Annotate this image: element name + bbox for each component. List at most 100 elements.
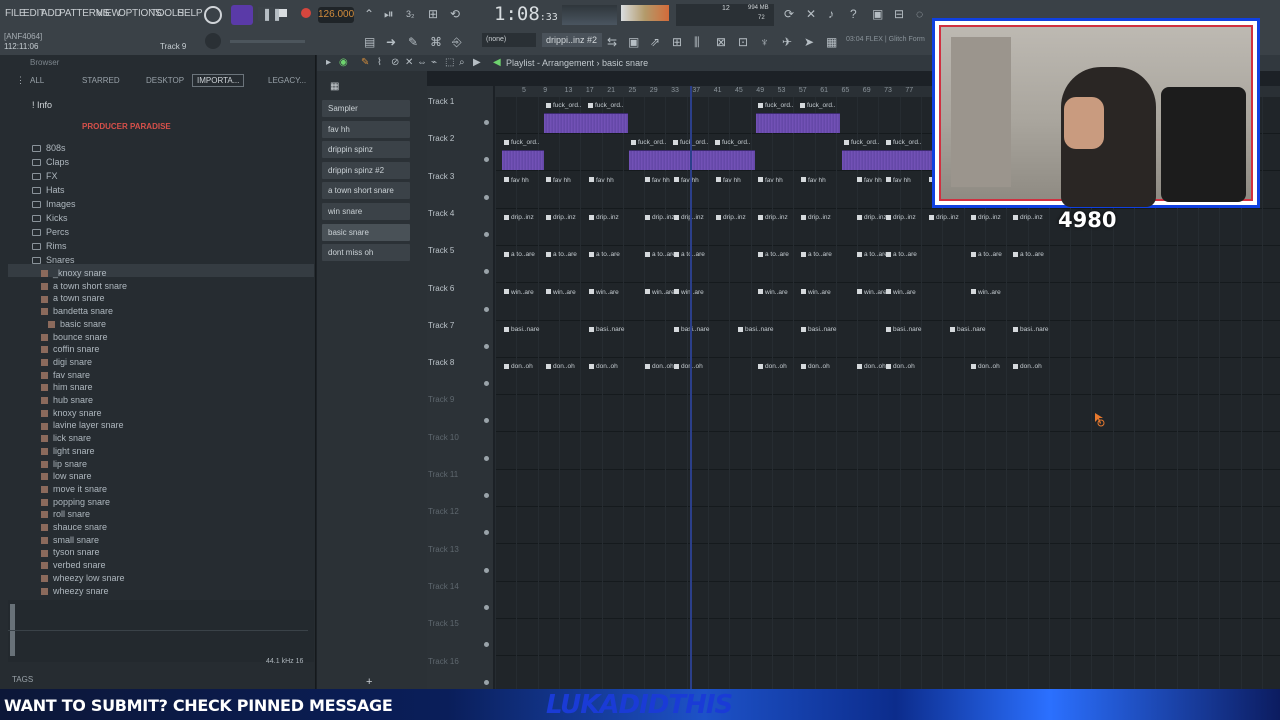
clip-menu-icon[interactable]: [504, 177, 509, 183]
save-icon[interactable]: ▣: [872, 7, 883, 21]
clip-menu-icon[interactable]: [1013, 214, 1018, 220]
folder-claps[interactable]: Claps: [32, 157, 69, 167]
clip-menu-icon[interactable]: [645, 289, 650, 295]
sample-item[interactable]: digi snare: [41, 357, 92, 367]
clip-menu-icon[interactable]: [801, 363, 806, 369]
clip-menu-icon[interactable]: [645, 363, 650, 369]
track-label[interactable]: Track 1: [428, 97, 454, 106]
clip-menu-icon[interactable]: [886, 140, 891, 146]
clip-menu-icon[interactable]: [971, 289, 976, 295]
track-mute-dot[interactable]: [484, 679, 489, 685]
microphone-icon[interactable]: ♪: [828, 7, 834, 21]
track-label[interactable]: Track 14: [428, 582, 459, 591]
pattern-none-select[interactable]: (none): [482, 33, 536, 47]
sample-item[interactable]: lip snare: [41, 459, 87, 469]
menu-help[interactable]: HELP: [177, 8, 203, 19]
clip-menu-icon[interactable]: [971, 363, 976, 369]
sample-item[interactable]: bandetta snare: [41, 306, 113, 316]
pattern-clip[interactable]: don..oh: [756, 361, 796, 373]
track-mute-dot[interactable]: [484, 493, 489, 498]
pattern-clip[interactable]: a to..are: [756, 249, 796, 261]
pattern-clip[interactable]: drip..inz: [502, 212, 542, 224]
sample-item[interactable]: basic snare: [48, 319, 106, 329]
tab-imported[interactable]: IMPORTA...: [192, 74, 245, 87]
arrow-left-icon[interactable]: ⇆: [607, 35, 617, 49]
clip-menu-icon[interactable]: [546, 177, 551, 183]
channel-item[interactable]: basic snare: [322, 223, 410, 241]
clip-menu-icon[interactable]: [589, 363, 594, 369]
track-mute-dot[interactable]: [484, 604, 489, 610]
clip-menu-icon[interactable]: [800, 102, 805, 108]
tempo-display[interactable]: 126.000: [318, 7, 354, 23]
clip-menu-icon[interactable]: [971, 251, 976, 257]
folder-kicks[interactable]: Kicks: [32, 213, 68, 223]
step-edit-icon[interactable]: ⊞: [428, 7, 438, 21]
folder-images[interactable]: Images: [32, 199, 76, 209]
clip-menu-icon[interactable]: [673, 140, 678, 146]
piano-roll-icon[interactable]: ⊞: [672, 35, 682, 49]
pattern-clip[interactable]: fuck_ord..: [586, 100, 628, 112]
sample-item[interactable]: popping snare: [41, 497, 110, 507]
pattern-clip[interactable]: basi..nare: [884, 324, 924, 336]
master-volume-slider[interactable]: [230, 40, 305, 43]
pause-button[interactable]: ❚❚: [258, 7, 282, 21]
clip-menu-icon[interactable]: [758, 177, 763, 183]
plugin-icon[interactable]: ✕: [806, 7, 816, 21]
track-mute-dot[interactable]: [484, 306, 489, 312]
folder-808s[interactable]: 808s: [32, 143, 66, 153]
clip-menu-icon[interactable]: [886, 363, 891, 369]
clip-menu-icon[interactable]: [674, 214, 679, 220]
clip-menu-icon[interactable]: [645, 214, 650, 220]
clip-menu-icon[interactable]: [844, 140, 849, 146]
clip-menu-icon[interactable]: [886, 326, 891, 332]
add-channel-icon[interactable]: +: [366, 676, 372, 688]
clip-menu-icon[interactable]: [504, 289, 509, 295]
clip-menu-icon[interactable]: [886, 289, 891, 295]
sample-item[interactable]: small snare: [41, 535, 99, 545]
track-label[interactable]: Track 13: [428, 545, 459, 554]
clip-menu-icon[interactable]: [758, 102, 763, 108]
sample-item[interactable]: knoxy snare: [41, 408, 102, 418]
stop-button[interactable]: [279, 9, 287, 17]
pattern-clip[interactable]: win..are: [756, 287, 796, 299]
track-mute-dot[interactable]: [484, 530, 489, 536]
track-mute-dot[interactable]: [484, 343, 489, 349]
clip-menu-icon[interactable]: [1013, 363, 1018, 369]
pattern-clip[interactable]: drip..inz: [714, 212, 754, 224]
channel-item[interactable]: Sampler: [322, 100, 410, 117]
folder-snares[interactable]: Snares: [32, 255, 75, 265]
clip-menu-icon[interactable]: [588, 102, 593, 108]
tools-icon[interactable]: ✈: [782, 35, 792, 49]
master-pitch-knob[interactable]: [205, 33, 221, 49]
pattern-clip[interactable]: fuck_ord..: [842, 137, 884, 149]
pattern-clip[interactable]: drip..inz: [799, 212, 839, 224]
pattern-clip[interactable]: win..are: [544, 287, 584, 299]
clip-menu-icon[interactable]: [758, 214, 763, 220]
track-mute-dot[interactable]: [484, 418, 489, 424]
track-mute-dot[interactable]: [484, 455, 489, 461]
folder-fx[interactable]: FX: [32, 171, 58, 181]
track-label[interactable]: Track 10: [428, 433, 459, 442]
clip-menu-icon[interactable]: [716, 214, 721, 220]
pattern-clip[interactable]: basi..nare: [948, 324, 988, 336]
track-mute-dot[interactable]: [484, 381, 489, 387]
slip-icon[interactable]: ⇔: [417, 56, 427, 70]
online-icon[interactable]: ⟳: [784, 7, 794, 21]
clip-menu-icon[interactable]: [758, 251, 763, 257]
clip-menu-icon[interactable]: [801, 214, 806, 220]
pattern-clip[interactable]: win..are: [502, 287, 542, 299]
clip-menu-icon[interactable]: [504, 214, 509, 220]
pattern-clip[interactable]: a to..are: [884, 249, 924, 261]
clip-menu-icon[interactable]: [631, 140, 636, 146]
clip-menu-icon[interactable]: [801, 326, 806, 332]
clip-menu-icon[interactable]: [857, 289, 862, 295]
chat-icon[interactable]: ◌: [916, 7, 923, 21]
sample-item[interactable]: low snare: [41, 471, 92, 481]
tags-label[interactable]: TAGS: [12, 675, 33, 684]
track-label[interactable]: Track 4: [428, 209, 454, 218]
pattern-clip[interactable]: win..are: [672, 287, 712, 299]
channel-item[interactable]: fav hh: [322, 120, 410, 138]
pattern-clip[interactable]: fuck_ord..: [671, 137, 713, 149]
pattern-clip[interactable]: drip..inz: [1011, 212, 1051, 224]
pattern-clip[interactable]: fuck_ord..: [544, 100, 586, 112]
